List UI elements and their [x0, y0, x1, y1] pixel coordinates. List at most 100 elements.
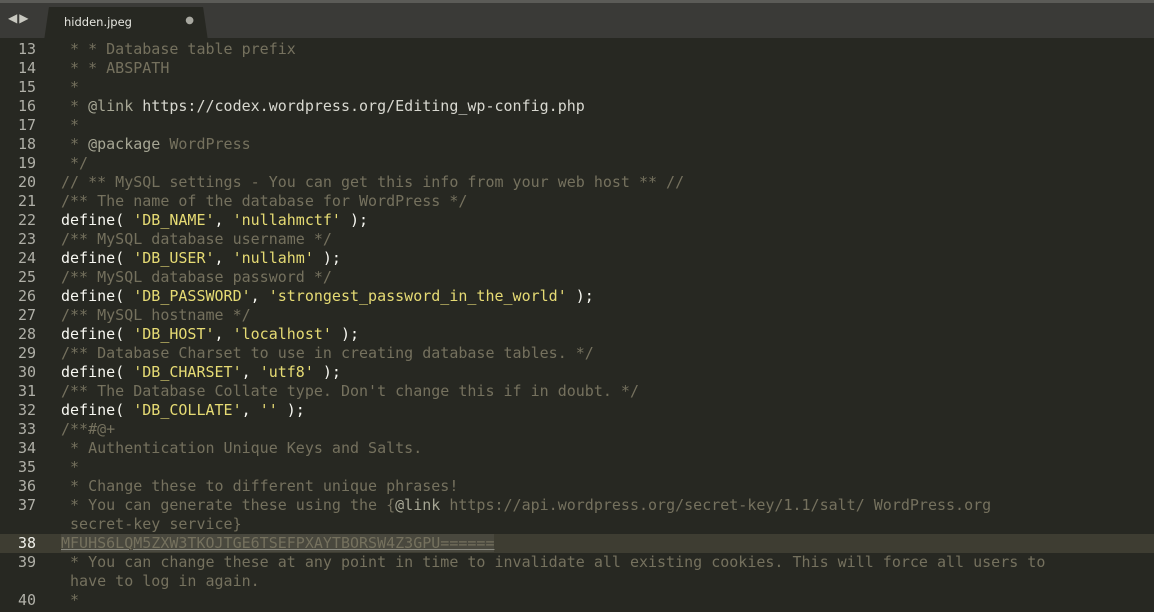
line-code: * — [61, 458, 79, 477]
tab-forward-arrow-icon[interactable]: ▶ — [19, 11, 30, 25]
code-line[interactable]: 26 define( 'DB_PASSWORD', 'strongest_pass… — [0, 287, 1154, 306]
code-token: 'localhost' — [232, 325, 332, 343]
line-number: 16 — [17, 97, 36, 115]
code-token: , — [214, 249, 233, 267]
code-token: define — [61, 325, 116, 343]
code-line[interactable]: 21 /** The name of the database for WordP… — [0, 192, 1154, 211]
code-token: define — [61, 287, 116, 305]
line-number: 23 — [17, 230, 36, 248]
code-line[interactable]: 19 */ — [0, 154, 1154, 173]
code-token: ); — [313, 249, 341, 267]
code-token: /** The Database Collate type. Don't cha… — [61, 382, 639, 400]
line-number: 20 — [17, 173, 36, 191]
code-token: * Authentication Unique Keys and Salts. — [61, 439, 423, 457]
line-number: 31 — [17, 382, 36, 400]
line-number: 24 — [17, 249, 36, 267]
line-code: define( 'DB_HOST', 'localhost' ); — [61, 325, 359, 344]
line-number: 21 — [17, 192, 36, 210]
code-token: 'nullahmctf' — [232, 211, 341, 229]
code-line[interactable]: 23 /** MySQL database username */ — [0, 230, 1154, 249]
line-number: 19 — [17, 154, 36, 172]
code-line[interactable]: 18 * @package WordPress — [0, 135, 1154, 154]
code-token: , — [214, 325, 233, 343]
line-number: 34 — [17, 439, 36, 457]
code-line[interactable]: 25 /** MySQL database password */ — [0, 268, 1154, 287]
code-line[interactable]: 16 * @link https://codex.wordpress.org/E… — [0, 97, 1154, 116]
code-line[interactable]: 13 * * Database table prefix — [0, 40, 1154, 59]
code-line[interactable]: secret-key service} — [0, 515, 1154, 534]
code-line[interactable]: 31 /** The Database Collate type. Don't c… — [0, 382, 1154, 401]
code-line[interactable]: 33 /**#@+ — [0, 420, 1154, 439]
code-token: * — [61, 116, 80, 134]
code-token: /** MySQL database password */ — [61, 268, 332, 286]
line-number — [0, 515, 36, 534]
line-number: 39 — [17, 553, 36, 571]
code-line[interactable]: 37 * You can generate these using the {@… — [0, 496, 1154, 515]
code-line[interactable]: 38 MFUHS6LQM5ZXW3TKOJTGE6TSEFPXAYTBORSW4Z… — [0, 534, 1154, 553]
code-token: ); — [277, 401, 305, 419]
code-line[interactable]: 28 define( 'DB_HOST', 'localhost' ); — [0, 325, 1154, 344]
line-code: /** Database Charset to use in creating … — [61, 344, 594, 363]
line-code: * — [61, 591, 79, 610]
line-number: 15 — [17, 78, 36, 96]
code-token: define — [61, 363, 116, 381]
code-token: * — [61, 458, 80, 476]
code-line[interactable]: 40 * — [0, 591, 1154, 610]
code-token: 'DB_CHARSET' — [133, 363, 242, 381]
line-number: 40 — [17, 591, 36, 609]
code-token: secret-key service} — [61, 515, 242, 533]
line-code: /** The name of the database for WordPre… — [61, 192, 467, 211]
tab-back-arrow-icon[interactable]: ◀ — [8, 11, 19, 25]
code-line[interactable]: 15 * — [0, 78, 1154, 97]
code-line[interactable]: 39 * You can change these at any point i… — [0, 553, 1154, 572]
line-code: */ — [61, 154, 88, 173]
code-token: MFUHS6LQM5ZXW3TKOJTGE6TSEFPXAYTBORSW4Z3G… — [61, 534, 495, 552]
code-line[interactable]: 24 define( 'DB_USER', 'nullahm' ); — [0, 249, 1154, 268]
code-token: * You can change these at any point in t… — [61, 553, 1046, 571]
code-line[interactable]: have to log in again. — [0, 572, 1154, 591]
tab-hidden-jpeg[interactable]: hidden.jpeg ● — [44, 7, 208, 41]
code-token: have to log in again. — [61, 572, 260, 590]
tab-modified-dot-icon[interactable]: ● — [185, 15, 194, 26]
line-code: MFUHS6LQM5ZXW3TKOJTGE6TSEFPXAYTBORSW4Z3G… — [61, 534, 495, 553]
code-line[interactable]: 14 * * ABSPATH — [0, 59, 1154, 78]
code-token: // ** MySQL settings - You can get this … — [61, 173, 685, 191]
line-code: /** MySQL hostname */ — [61, 306, 251, 325]
line-code: /** MySQL database password */ — [61, 268, 332, 287]
code-token: ( — [115, 249, 134, 267]
code-line[interactable]: 27 /** MySQL hostname */ — [0, 306, 1154, 325]
line-number: 33 — [17, 420, 36, 438]
code-token: @link — [88, 97, 134, 115]
tab-navigation: ◀▶ — [8, 11, 30, 25]
line-number: 17 — [17, 116, 36, 134]
code-line[interactable]: 22 define( 'DB_NAME', 'nullahmctf' ); — [0, 211, 1154, 230]
code-line[interactable]: 30 define( 'DB_CHARSET', 'utf8' ); — [0, 363, 1154, 382]
line-code: // ** MySQL settings - You can get this … — [61, 173, 684, 192]
code-token: * — [61, 591, 80, 609]
line-code: * You can change these at any point in t… — [61, 553, 1045, 572]
line-number: 28 — [17, 325, 36, 343]
line-code: /** The Database Collate type. Don't cha… — [61, 382, 639, 401]
line-code: * * Database table prefix — [61, 40, 296, 59]
code-token: '' — [259, 401, 278, 419]
code-token: define — [61, 211, 116, 229]
code-token: ); — [313, 363, 341, 381]
code-line[interactable]: 29 /** Database Charset to use in creatin… — [0, 344, 1154, 363]
line-code: define( 'DB_PASSWORD', 'strongest_passwo… — [61, 287, 594, 306]
code-line[interactable]: 34 * Authentication Unique Keys and Salt… — [0, 439, 1154, 458]
code-token: https://api.wordpress.org/secret-key/1.1… — [440, 496, 992, 514]
code-token: 'utf8' — [259, 363, 314, 381]
code-token: ( — [115, 287, 134, 305]
tab-bar: ◀▶ hidden.jpeg ● — [0, 0, 1154, 41]
code-editor[interactable]: 13 * * Database table prefix 14 * * ABSPA… — [0, 38, 1154, 612]
line-code: secret-key service} — [61, 515, 242, 534]
code-line[interactable]: 20 // ** MySQL settings - You can get thi… — [0, 173, 1154, 192]
code-line[interactable]: 32 define( 'DB_COLLATE', '' ); — [0, 401, 1154, 420]
code-line[interactable]: 17 * — [0, 116, 1154, 135]
code-token: * — [61, 97, 89, 115]
code-line[interactable]: 35 * — [0, 458, 1154, 477]
line-code: * @package WordPress — [61, 135, 251, 154]
code-line[interactable]: 36 * Change these to different unique ph… — [0, 477, 1154, 496]
code-token: /** The name of the database for WordPre… — [61, 192, 468, 210]
code-token: * * ABSPATH — [61, 59, 170, 77]
